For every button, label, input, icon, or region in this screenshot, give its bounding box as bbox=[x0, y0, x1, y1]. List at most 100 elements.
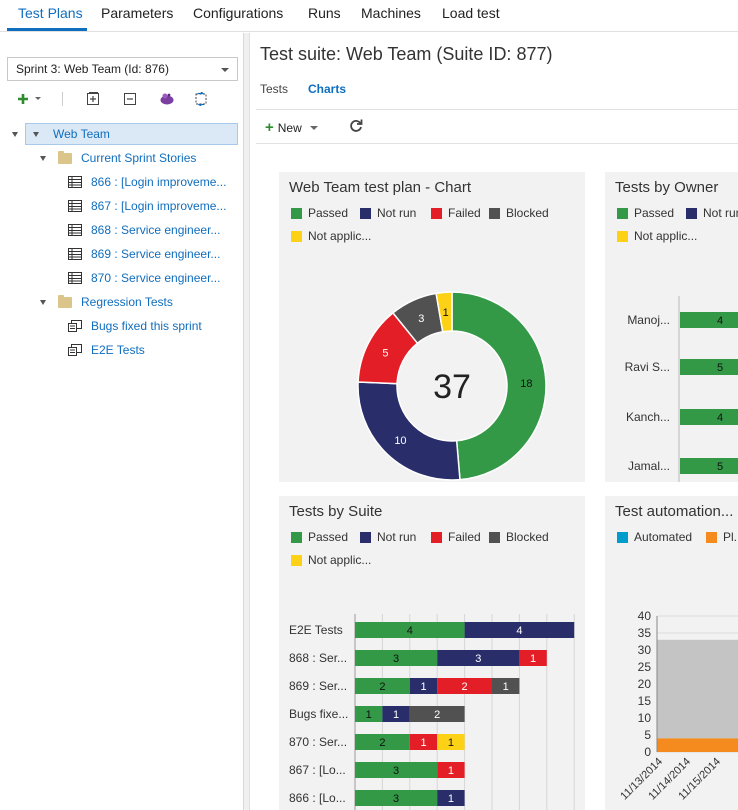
total-area bbox=[657, 639, 738, 739]
tree-node-label: 869 : Service engineer... bbox=[91, 247, 221, 261]
chart-card-test-plan[interactable]: Web Team test plan - Chart Passed Not ru… bbox=[279, 172, 585, 482]
category-label: Jamal... bbox=[628, 459, 670, 473]
tab-test-plans[interactable]: Test Plans bbox=[18, 5, 83, 21]
page-title: Test suite: Web Team (Suite ID: 877) bbox=[260, 44, 553, 64]
query-suite-icon bbox=[68, 344, 82, 356]
tab-parameters[interactable]: Parameters bbox=[101, 5, 173, 21]
tab-tests[interactable]: Tests bbox=[260, 82, 288, 96]
tree-node-e2e-tests[interactable]: E2E Tests bbox=[68, 339, 145, 361]
new-suite-button[interactable] bbox=[18, 91, 46, 107]
pane-splitter[interactable] bbox=[244, 33, 250, 810]
suite-bar-label: 1 bbox=[393, 709, 399, 721]
tree-node-label: Bugs fixed this sprint bbox=[91, 319, 202, 333]
automation-area-chart: 403530252015105011/13/201411/14/201411/1… bbox=[618, 609, 738, 802]
suite-bar-label: 3 bbox=[393, 765, 399, 777]
y-tick-label: 10 bbox=[638, 711, 652, 725]
tree-node-868[interactable]: 868 : Service engineer... bbox=[68, 219, 220, 241]
plus-icon: + bbox=[265, 119, 274, 136]
tree-node-current-sprint-stories[interactable]: Current Sprint Stories bbox=[40, 147, 196, 169]
new-chart-label: New bbox=[277, 120, 302, 135]
active-tab-indicator bbox=[7, 28, 87, 31]
owner-bar bbox=[680, 409, 738, 425]
suite-bar-label: 1 bbox=[448, 793, 454, 805]
tree-node-web-team[interactable]: Web Team bbox=[12, 123, 238, 145]
tree-node-866[interactable]: 866 : [Login improveme... bbox=[68, 171, 226, 193]
requirement-suite-icon bbox=[68, 200, 82, 212]
suite-bar-label: 3 bbox=[393, 793, 399, 805]
owner-bar-chart: Manoj...4Ravi S...5Kanch...4Jamal...502 bbox=[625, 296, 738, 482]
main-pane: Test suite: Web Team (Suite ID: 877) Tes… bbox=[251, 33, 738, 810]
owner-bar-label: 5 bbox=[717, 461, 723, 473]
donut-chart: 18 10 5 3 1 37 bbox=[357, 291, 547, 481]
collapse-triangle-icon[interactable] bbox=[40, 299, 46, 305]
category-label: 866 : [Lo... bbox=[289, 791, 346, 805]
suite-bar-label: 2 bbox=[379, 681, 385, 693]
tab-load-test[interactable]: Load test bbox=[442, 5, 500, 21]
y-tick-label: 25 bbox=[638, 660, 652, 674]
collapse-triangle-icon[interactable] bbox=[33, 131, 39, 137]
new-chart-button[interactable]: + New bbox=[265, 119, 318, 136]
category-label: E2E Tests bbox=[289, 623, 343, 637]
chart-card-tests-by-suite[interactable]: Tests by Suite Passed Not run Failed Blo… bbox=[279, 496, 585, 810]
category-label: Manoj... bbox=[627, 313, 670, 327]
y-tick-label: 0 bbox=[644, 745, 651, 759]
collapse-triangle-icon[interactable] bbox=[40, 155, 46, 161]
test-plan-selector[interactable]: Sprint 3: Web Team (Id: 876) bbox=[7, 57, 238, 81]
toolbar-separator bbox=[62, 92, 63, 106]
tab-runs[interactable]: Runs bbox=[308, 5, 341, 21]
tab-machines[interactable]: Machines bbox=[361, 5, 421, 21]
tree-node-label: 868 : Service engineer... bbox=[91, 223, 221, 237]
tree-node-867[interactable]: 867 : [Login improveme... bbox=[68, 195, 226, 217]
open-in-client-button[interactable] bbox=[158, 91, 176, 107]
owner-bar-label: 5 bbox=[717, 362, 723, 374]
tree-node-label: Regression Tests bbox=[81, 295, 173, 309]
refresh-icon[interactable] bbox=[348, 118, 364, 134]
category-label: Bugs fixe... bbox=[289, 707, 348, 721]
suite-bar-label: 1 bbox=[420, 681, 426, 693]
plus-icon bbox=[18, 94, 41, 104]
suite-bar-label: 1 bbox=[530, 653, 536, 665]
sync-icon bbox=[195, 92, 207, 106]
donut-slice-label: 1 bbox=[443, 307, 449, 319]
suite-bar-label: 1 bbox=[503, 681, 509, 693]
chart-card-test-automation[interactable]: Test automation... Automated Pl... 40353… bbox=[605, 496, 738, 810]
y-tick-label: 5 bbox=[644, 728, 651, 742]
tab-charts[interactable]: Charts bbox=[308, 82, 346, 96]
test-plan-explorer: Sprint 3: Web Team (Id: 876) Web Team Cu… bbox=[0, 33, 244, 810]
y-tick-label: 15 bbox=[638, 694, 652, 708]
tab-configurations[interactable]: Configurations bbox=[193, 5, 283, 21]
folder-icon bbox=[58, 150, 72, 164]
suite-bar-label: 1 bbox=[366, 709, 372, 721]
category-label: Kanch... bbox=[626, 410, 670, 424]
collapse-all-button[interactable] bbox=[122, 91, 138, 107]
donut-slice-label: 3 bbox=[418, 313, 424, 325]
suite-bar-label: 3 bbox=[393, 653, 399, 665]
category-label: 869 : Ser... bbox=[289, 679, 347, 693]
requirement-suite-icon bbox=[68, 248, 82, 260]
donut-slice-label: 18 bbox=[520, 378, 532, 390]
tree-node-label: 867 : [Login improveme... bbox=[91, 199, 227, 213]
suite-bar-label: 1 bbox=[448, 765, 454, 777]
tree-node-870[interactable]: 870 : Service engineer... bbox=[68, 267, 220, 289]
tree-node-regression-tests[interactable]: Regression Tests bbox=[40, 291, 173, 313]
planned-area bbox=[657, 738, 738, 752]
suite-stacked-bar-chart: E2E Tests 4 4 868 : Ser... 3 3 1 869 : Ser... 2 1… bbox=[289, 614, 575, 810]
tree-node-bugs-fixed[interactable]: Bugs fixed this sprint bbox=[68, 315, 202, 337]
sync-button[interactable] bbox=[193, 91, 209, 107]
query-suite-icon bbox=[68, 320, 82, 332]
donut-slice-label: 10 bbox=[394, 435, 406, 447]
chart-card-tests-by-owner[interactable]: Tests by Owner Passed Not run Not applic… bbox=[605, 172, 738, 482]
owner-bar-label: 4 bbox=[717, 315, 723, 327]
top-nav: Test Plans Parameters Configurations Run… bbox=[0, 0, 738, 32]
client-app-icon bbox=[160, 93, 174, 105]
donut-total: 37 bbox=[433, 368, 471, 406]
suite-bar-label: 3 bbox=[475, 653, 481, 665]
suite-bar-label: 2 bbox=[379, 737, 385, 749]
tree-node-label: 866 : [Login improveme... bbox=[91, 175, 227, 189]
suite-bar-label: 4 bbox=[516, 625, 522, 637]
tree-node-869[interactable]: 869 : Service engineer... bbox=[68, 243, 220, 265]
collapse-triangle-icon[interactable] bbox=[12, 132, 18, 137]
requirement-suite-icon bbox=[68, 176, 82, 188]
expand-all-button[interactable] bbox=[85, 91, 101, 107]
y-tick-label: 30 bbox=[638, 643, 652, 657]
